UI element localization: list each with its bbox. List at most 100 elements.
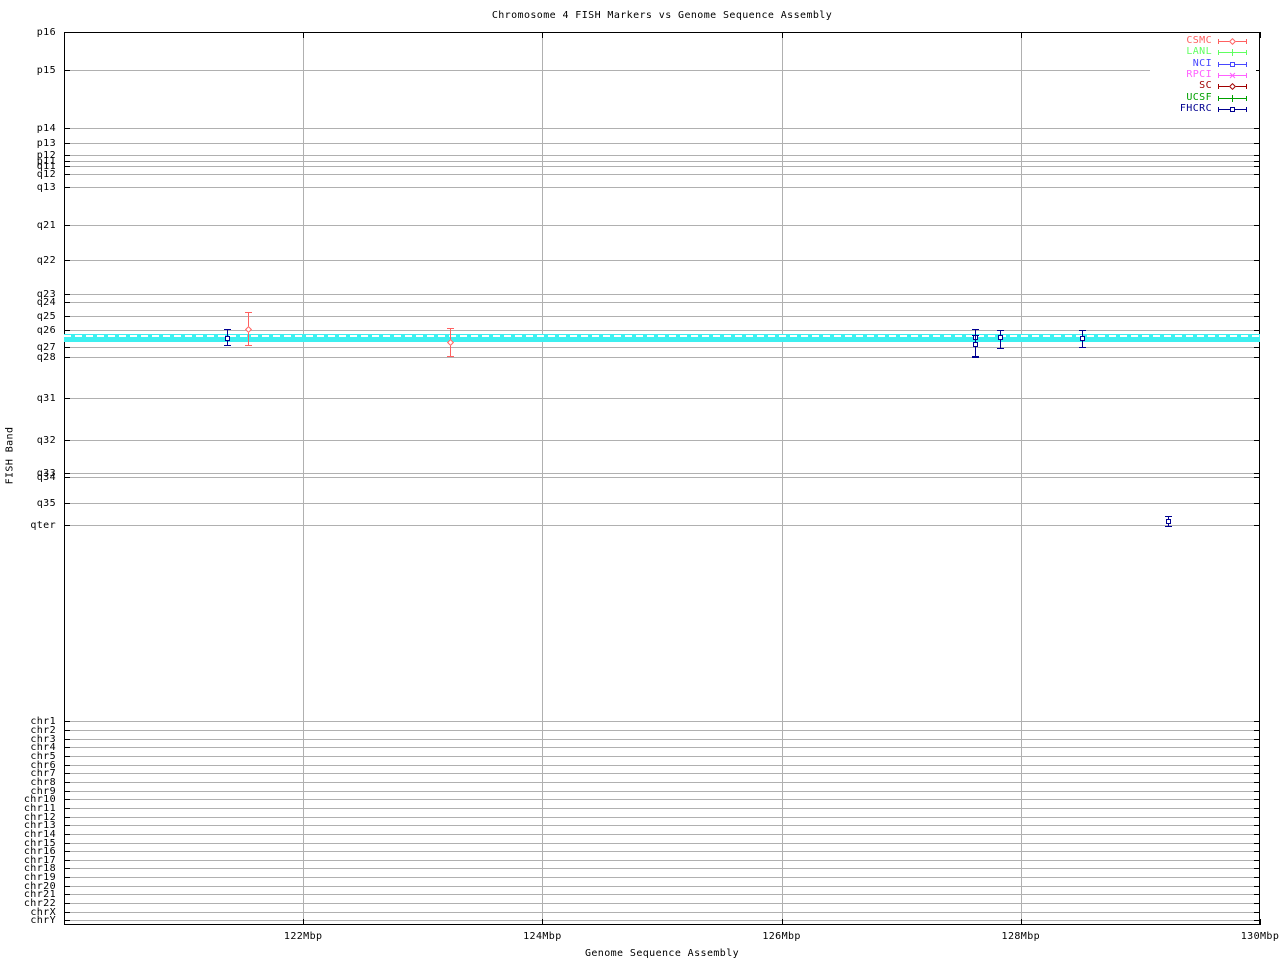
y-tick <box>64 302 70 303</box>
error-bar-cap <box>972 357 980 358</box>
marker-cross <box>1229 72 1236 79</box>
y-tick <box>1254 477 1260 478</box>
y-tick <box>1254 357 1260 358</box>
y-tick <box>1254 128 1260 129</box>
y-tick <box>1254 808 1260 809</box>
y-tick <box>64 347 70 348</box>
y-tick <box>64 161 70 162</box>
y-tick <box>1254 834 1260 835</box>
y-gridline <box>64 477 1260 478</box>
y-tick <box>64 143 70 144</box>
y-gridline <box>64 739 1260 740</box>
legend-sample-cap <box>1218 50 1219 56</box>
y-tick <box>1254 155 1260 156</box>
y-gridline <box>64 851 1260 852</box>
y-gridline <box>64 260 1260 261</box>
y-tick <box>1254 347 1260 348</box>
y-gridline <box>64 817 1260 818</box>
marker-diamond <box>447 338 455 346</box>
y-tick-label: q22 <box>36 255 56 266</box>
x-tick <box>1020 32 1022 38</box>
marker-square <box>1229 61 1236 68</box>
y-gridline <box>64 473 1260 474</box>
y-tick <box>1254 525 1260 526</box>
y-tick-label: chrY <box>30 915 56 926</box>
y-tick <box>64 316 70 317</box>
y-tick <box>1254 860 1260 861</box>
legend-label: UCSF <box>1186 91 1212 103</box>
error-bar-cap <box>1078 330 1086 331</box>
marker-diamond <box>1228 37 1236 46</box>
x-tick <box>1020 919 1022 925</box>
y-gridline <box>64 843 1260 844</box>
x-tick <box>303 32 305 38</box>
y-tick <box>64 166 70 167</box>
y-tick <box>64 721 70 722</box>
y-tick <box>1254 739 1260 740</box>
legend-label: RPCI <box>1186 68 1212 80</box>
y-tick <box>1254 260 1260 261</box>
y-gridline <box>64 868 1260 869</box>
y-tick-label: p13 <box>36 138 56 149</box>
marker-shape <box>973 341 979 347</box>
legend-sample-cap <box>1246 72 1247 78</box>
y-tick-label: q35 <box>36 498 56 509</box>
y-tick <box>64 473 70 474</box>
marker-shape <box>1231 49 1233 57</box>
y-gridline <box>64 143 1260 144</box>
x-gridline <box>303 32 305 925</box>
y-tick <box>1254 894 1260 895</box>
y-tick-label: p15 <box>36 65 56 76</box>
y-tick <box>64 808 70 809</box>
y-tick <box>1254 817 1260 818</box>
y-gridline <box>64 791 1260 792</box>
marker-diamond <box>245 325 253 333</box>
y-tick <box>64 765 70 766</box>
y-tick <box>64 440 70 441</box>
y-tick <box>1254 843 1260 844</box>
y-tick-label: q31 <box>36 393 56 404</box>
plot-area <box>64 32 1261 925</box>
y-tick <box>1254 799 1260 800</box>
y-tick <box>64 799 70 800</box>
y-gridline <box>64 174 1260 175</box>
marker-square <box>972 341 979 348</box>
y-tick <box>1254 773 1260 774</box>
marker-shape <box>1079 335 1085 341</box>
y-tick <box>1254 187 1260 188</box>
y-tick <box>1254 174 1260 175</box>
y-tick <box>64 817 70 818</box>
marker-plus <box>1228 94 1236 102</box>
y-gridline <box>64 782 1260 783</box>
y-gridline <box>64 756 1260 757</box>
marker-shape <box>447 338 455 346</box>
y-gridline <box>64 316 1260 317</box>
y-tick <box>1254 440 1260 441</box>
y-gridline <box>64 834 1260 835</box>
error-bar-cap <box>972 335 980 336</box>
y-tick <box>64 398 70 399</box>
y-tick <box>64 155 70 156</box>
legend-sample-cap <box>1218 61 1219 67</box>
chart-canvas: Chromosome 4 FISH Markers vs Genome Sequ… <box>0 0 1280 960</box>
x-gridline <box>1020 32 1022 925</box>
y-tick <box>1254 851 1260 852</box>
x-tick <box>781 919 783 925</box>
y-tick <box>64 920 70 921</box>
y-tick-label: q34 <box>36 472 56 483</box>
legend-sample-cap <box>1218 84 1219 90</box>
y-tick-label: qter <box>30 520 56 531</box>
x-tick-label: 124Mbp <box>523 931 562 942</box>
y-tick <box>64 877 70 878</box>
x-tick <box>542 32 544 38</box>
legend-sample-cap <box>1246 84 1247 90</box>
y-gridline <box>64 161 1260 162</box>
x-gridline <box>542 32 544 925</box>
y-gridline <box>64 357 1260 358</box>
y-tick <box>1254 398 1260 399</box>
marker-shape <box>1228 37 1236 46</box>
x-tick <box>1260 919 1261 925</box>
y-gridline <box>64 70 1260 71</box>
y-tick <box>64 128 70 129</box>
legend-sample-cap <box>1246 95 1247 101</box>
